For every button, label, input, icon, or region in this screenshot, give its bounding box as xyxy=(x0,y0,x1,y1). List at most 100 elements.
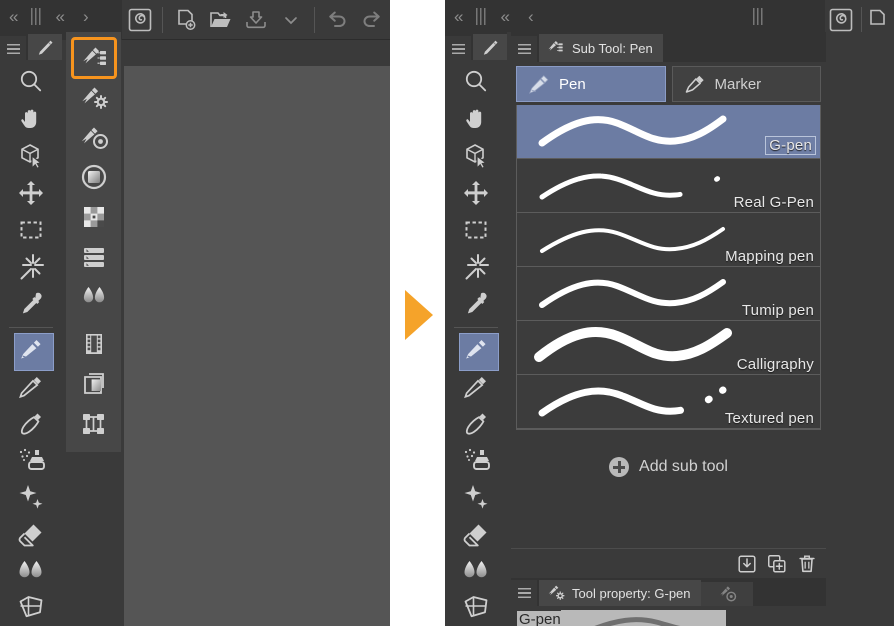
tool-zoom[interactable] xyxy=(7,64,55,101)
tool-divider xyxy=(9,326,53,328)
tool-object[interactable] xyxy=(7,138,55,175)
csp-logo-icon[interactable] xyxy=(122,3,157,37)
tool-zoom[interactable] xyxy=(452,64,500,101)
tool-pencil[interactable] xyxy=(7,367,55,404)
group-marker-label: Marker xyxy=(714,75,762,93)
group-pen[interactable]: Pen xyxy=(516,66,666,102)
tool-selection-area[interactable] xyxy=(7,212,55,249)
tool-gradient[interactable] xyxy=(7,589,55,626)
tool-decoration[interactable] xyxy=(7,478,55,515)
drag-grip[interactable] xyxy=(31,7,43,25)
brush-settings-icon[interactable] xyxy=(72,118,116,158)
tool-property-stroke-preview xyxy=(594,617,681,626)
tool-eraser[interactable] xyxy=(452,515,500,552)
save-icon[interactable] xyxy=(238,3,273,37)
menu-icon[interactable] xyxy=(445,36,471,62)
sub-tool-label: Tumip pen xyxy=(741,302,814,319)
drag-grip-2[interactable] xyxy=(752,7,764,25)
menu-icon[interactable] xyxy=(0,36,26,62)
open-file-icon[interactable] xyxy=(203,3,238,37)
right-tool-column xyxy=(445,60,507,626)
left-subtool-column xyxy=(66,32,121,452)
plus-circle-icon xyxy=(609,457,630,477)
tool-pencil[interactable] xyxy=(452,367,500,404)
import-sub-tool-icon[interactable] xyxy=(736,553,758,575)
tool-property-preview[interactable] xyxy=(560,610,726,626)
tool-pen[interactable] xyxy=(7,330,55,372)
chevron-down-icon[interactable] xyxy=(274,3,309,37)
tool-tab-pencil-icon[interactable] xyxy=(473,34,507,62)
right-tool-tabstrip xyxy=(445,32,507,62)
tool-property-body: G-pen xyxy=(511,606,826,626)
delete-sub-tool-icon[interactable] xyxy=(796,553,818,575)
collapse-icon[interactable]: « xyxy=(46,8,73,25)
tool-pen[interactable] xyxy=(452,330,500,372)
sub-tool-calligraphy[interactable]: Calligraphy xyxy=(517,321,820,375)
duplicate-sub-tool-icon[interactable] xyxy=(766,553,788,575)
material-icon[interactable] xyxy=(72,404,116,444)
tool-eraser[interactable] xyxy=(7,515,55,552)
tab-sub-tool-detail[interactable] xyxy=(700,582,753,606)
sub-tool-group-row: Pen Marker xyxy=(511,62,826,105)
tab-tool-property[interactable]: Tool property: G-pen xyxy=(539,580,701,606)
collapse-all-icon[interactable]: « xyxy=(0,8,27,25)
new-file-icon[interactable] xyxy=(168,3,203,37)
tool-airbrush[interactable] xyxy=(452,441,500,478)
expand-icon[interactable]: › xyxy=(74,8,98,25)
sub-tool-icon xyxy=(546,38,566,58)
tool-eyedropper[interactable] xyxy=(452,286,500,323)
sub-tool-list: G-pen Real G-Pen Mapping pen Tumip pen C… xyxy=(516,105,821,430)
sub-tool-label: Textured pen xyxy=(724,410,814,427)
tool-object[interactable] xyxy=(452,138,500,175)
sub-tool-g-pen[interactable]: G-pen xyxy=(517,105,820,159)
sub-tool-real-g-pen[interactable]: Real G-Pen xyxy=(517,159,820,213)
undo-icon[interactable] xyxy=(320,3,355,37)
color-set-icon[interactable] xyxy=(72,197,116,237)
menu-icon[interactable] xyxy=(511,36,537,62)
tool-move-canvas[interactable] xyxy=(452,101,500,138)
tool-blend[interactable] xyxy=(7,552,55,589)
tool-tab-pencil-icon[interactable] xyxy=(28,34,62,62)
tool-move-layer[interactable] xyxy=(7,175,55,212)
sub-tool-list-icon[interactable] xyxy=(70,37,117,79)
drag-grip[interactable] xyxy=(476,7,488,25)
add-sub-tool-button[interactable]: Add sub tool xyxy=(511,430,826,504)
marker-icon xyxy=(682,71,708,97)
left-tool-tabstrip xyxy=(0,32,62,62)
tool-property-icon[interactable] xyxy=(72,78,116,118)
redo-icon[interactable] xyxy=(355,3,390,37)
tool-blend[interactable] xyxy=(452,552,500,589)
color-circle-icon[interactable] xyxy=(72,158,116,198)
left-canvas[interactable] xyxy=(124,66,390,626)
tool-brush[interactable] xyxy=(7,404,55,441)
tab-sub-tool-pen[interactable]: Sub Tool: Pen xyxy=(539,34,663,62)
sub-tool-mapping-pen[interactable]: Mapping pen xyxy=(517,213,820,267)
group-marker[interactable]: Marker xyxy=(671,66,821,102)
back-icon[interactable]: ‹ xyxy=(519,8,543,25)
gradient-set-icon[interactable] xyxy=(72,277,116,317)
collapse-all-icon[interactable]: « xyxy=(445,8,472,25)
timeline-icon[interactable] xyxy=(72,325,116,365)
sub-tool-detail-icon xyxy=(716,583,738,605)
menu-icon[interactable] xyxy=(511,580,537,606)
tool-move-layer[interactable] xyxy=(452,175,500,212)
sub-tool-label: Real G-Pen xyxy=(733,194,814,211)
sub-tool-textured-pen[interactable]: Textured pen xyxy=(517,375,820,429)
tool-gradient[interactable] xyxy=(452,589,500,626)
tool-auto-select[interactable] xyxy=(7,249,55,286)
tool-airbrush[interactable] xyxy=(7,441,55,478)
group-pen-label: Pen xyxy=(559,75,586,93)
tool-brush[interactable] xyxy=(452,404,500,441)
toolbar-separator-2 xyxy=(313,6,315,33)
tool-decoration[interactable] xyxy=(452,478,500,515)
tool-property-title: Tool property: G-pen xyxy=(572,585,691,601)
tool-auto-select[interactable] xyxy=(452,249,500,286)
layers-icon[interactable] xyxy=(72,364,116,404)
tool-property-icon xyxy=(546,583,566,603)
tool-move-canvas[interactable] xyxy=(7,101,55,138)
layer-property-icon[interactable] xyxy=(72,237,116,277)
tool-selection-area[interactable] xyxy=(452,212,500,249)
tool-eyedropper[interactable] xyxy=(7,286,55,323)
sub-tool-turnip-pen[interactable]: Tumip pen xyxy=(517,267,820,321)
collapse-icon[interactable]: « xyxy=(491,8,518,25)
